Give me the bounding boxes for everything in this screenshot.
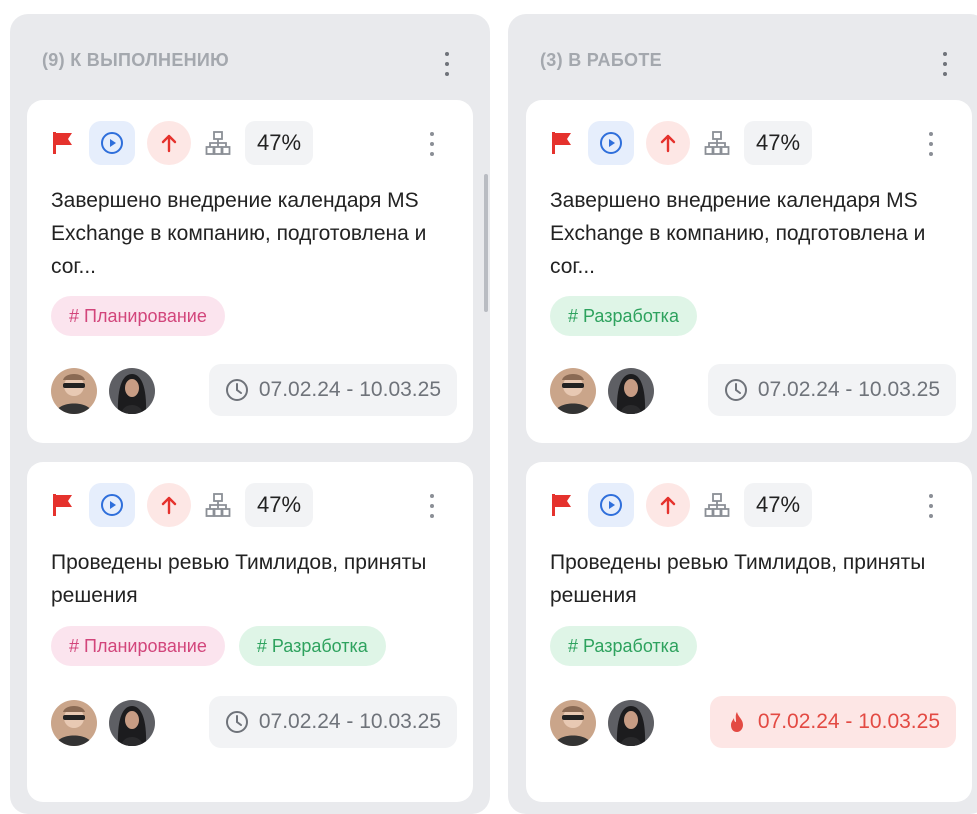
column-header: (3) В РАБОТЕ xyxy=(540,50,662,70)
avatar[interactable] xyxy=(608,700,654,746)
arrow-up-icon[interactable] xyxy=(147,483,191,527)
assignee-avatars xyxy=(51,700,155,746)
clock-icon xyxy=(225,711,248,733)
date-text: 07.02.24 - 10.03.25 xyxy=(258,710,441,733)
date-range[interactable]: 07.02.24 - 10.03.25 xyxy=(208,696,457,748)
scrollbar[interactable] xyxy=(484,174,488,312)
fire-icon xyxy=(730,712,743,732)
progress-percent: 47% xyxy=(744,483,813,527)
task-card[interactable]: 47% Завершено внедрение календаря MS Exc… xyxy=(526,100,972,443)
card-menu-icon[interactable] xyxy=(429,494,435,518)
column-header: (9) К ВЫПОЛНЕНИЮ xyxy=(42,50,230,70)
flag-icon[interactable] xyxy=(49,129,77,157)
hierarchy-icon[interactable] xyxy=(702,128,732,158)
task-card[interactable]: 47% Проведены ревью Тимлидов, приняты ре… xyxy=(27,462,473,802)
avatar[interactable] xyxy=(550,700,596,746)
avatar[interactable] xyxy=(109,700,155,746)
progress-percent: 47% xyxy=(245,121,314,165)
tag-development[interactable]: # Разработка xyxy=(550,296,697,336)
play-circle-icon[interactable] xyxy=(89,121,135,165)
play-circle-icon[interactable] xyxy=(588,121,634,165)
tag-development[interactable]: # Разработка xyxy=(550,626,697,666)
tag-list: # Разработка xyxy=(550,626,697,666)
play-circle-icon[interactable] xyxy=(588,483,634,527)
card-title[interactable]: Завершено внедрение календаря MS Exchang… xyxy=(550,184,960,283)
flag-icon[interactable] xyxy=(49,491,77,519)
kanban-column-in-progress: (3) В РАБОТЕ 47% Завершено внедрение кал… xyxy=(508,14,977,814)
date-text: 07.02.24 - 10.03.25 xyxy=(258,378,441,401)
card-title[interactable]: Проведены ревью Тимлидов, приняты решени… xyxy=(51,546,461,612)
avatar[interactable] xyxy=(608,368,654,414)
kanban-column-todo: (9) К ВЫПОЛНЕНИЮ 47% Завершено внедрение… xyxy=(10,14,490,814)
card-menu-icon[interactable] xyxy=(429,132,435,156)
card-title[interactable]: Завершено внедрение календаря MS Exchang… xyxy=(51,184,461,283)
arrow-up-icon[interactable] xyxy=(646,483,690,527)
card-menu-icon[interactable] xyxy=(928,132,934,156)
arrow-up-icon[interactable] xyxy=(147,121,191,165)
card-title[interactable]: Проведены ревью Тимлидов, приняты решени… xyxy=(550,546,960,612)
task-card[interactable]: 47% Проведены ревью Тимлидов, приняты ре… xyxy=(526,462,972,802)
hierarchy-icon[interactable] xyxy=(203,128,233,158)
card-icon-row: 47% xyxy=(49,482,314,528)
arrow-up-icon[interactable] xyxy=(646,121,690,165)
play-circle-icon[interactable] xyxy=(89,483,135,527)
progress-percent: 47% xyxy=(245,483,314,527)
card-menu-icon[interactable] xyxy=(928,494,934,518)
tag-list: # Разработка xyxy=(550,296,697,336)
date-range[interactable]: 07.02.24 - 10.03.25 xyxy=(707,364,956,416)
tag-planning[interactable]: # Планирование xyxy=(51,626,225,666)
tag-list: # Планирование xyxy=(51,296,225,336)
date-text: 07.02.24 - 10.03.25 xyxy=(757,378,940,401)
flag-icon[interactable] xyxy=(548,129,576,157)
date-text: 07.02.24 - 10.03.25 xyxy=(757,710,940,733)
column-menu-icon[interactable] xyxy=(444,52,450,76)
avatar[interactable] xyxy=(550,368,596,414)
assignee-avatars xyxy=(550,700,654,746)
card-icon-row: 47% xyxy=(548,482,813,528)
avatar[interactable] xyxy=(51,700,97,746)
hierarchy-icon[interactable] xyxy=(203,490,233,520)
column-menu-icon[interactable] xyxy=(942,52,948,76)
clock-icon xyxy=(724,379,747,401)
tag-development[interactable]: # Разработка xyxy=(238,626,386,666)
flag-icon[interactable] xyxy=(548,491,576,519)
hierarchy-icon[interactable] xyxy=(702,490,732,520)
tag-planning[interactable]: # Планирование xyxy=(51,296,225,336)
date-range[interactable]: 07.02.24 - 10.03.25 xyxy=(208,364,457,416)
progress-percent: 47% xyxy=(744,121,813,165)
task-card[interactable]: 47% Завершено внедрение календаря MS Exc… xyxy=(27,100,473,443)
assignee-avatars xyxy=(51,368,155,414)
tag-list: # Планирование # Разработка xyxy=(51,626,386,666)
card-icon-row: 47% xyxy=(548,120,813,166)
assignee-avatars xyxy=(550,368,654,414)
card-icon-row: 47% xyxy=(49,120,314,166)
avatar[interactable] xyxy=(109,368,155,414)
clock-icon xyxy=(225,379,248,401)
date-range-overdue[interactable]: 07.02.24 - 10.03.25 xyxy=(709,696,956,748)
avatar[interactable] xyxy=(51,368,97,414)
